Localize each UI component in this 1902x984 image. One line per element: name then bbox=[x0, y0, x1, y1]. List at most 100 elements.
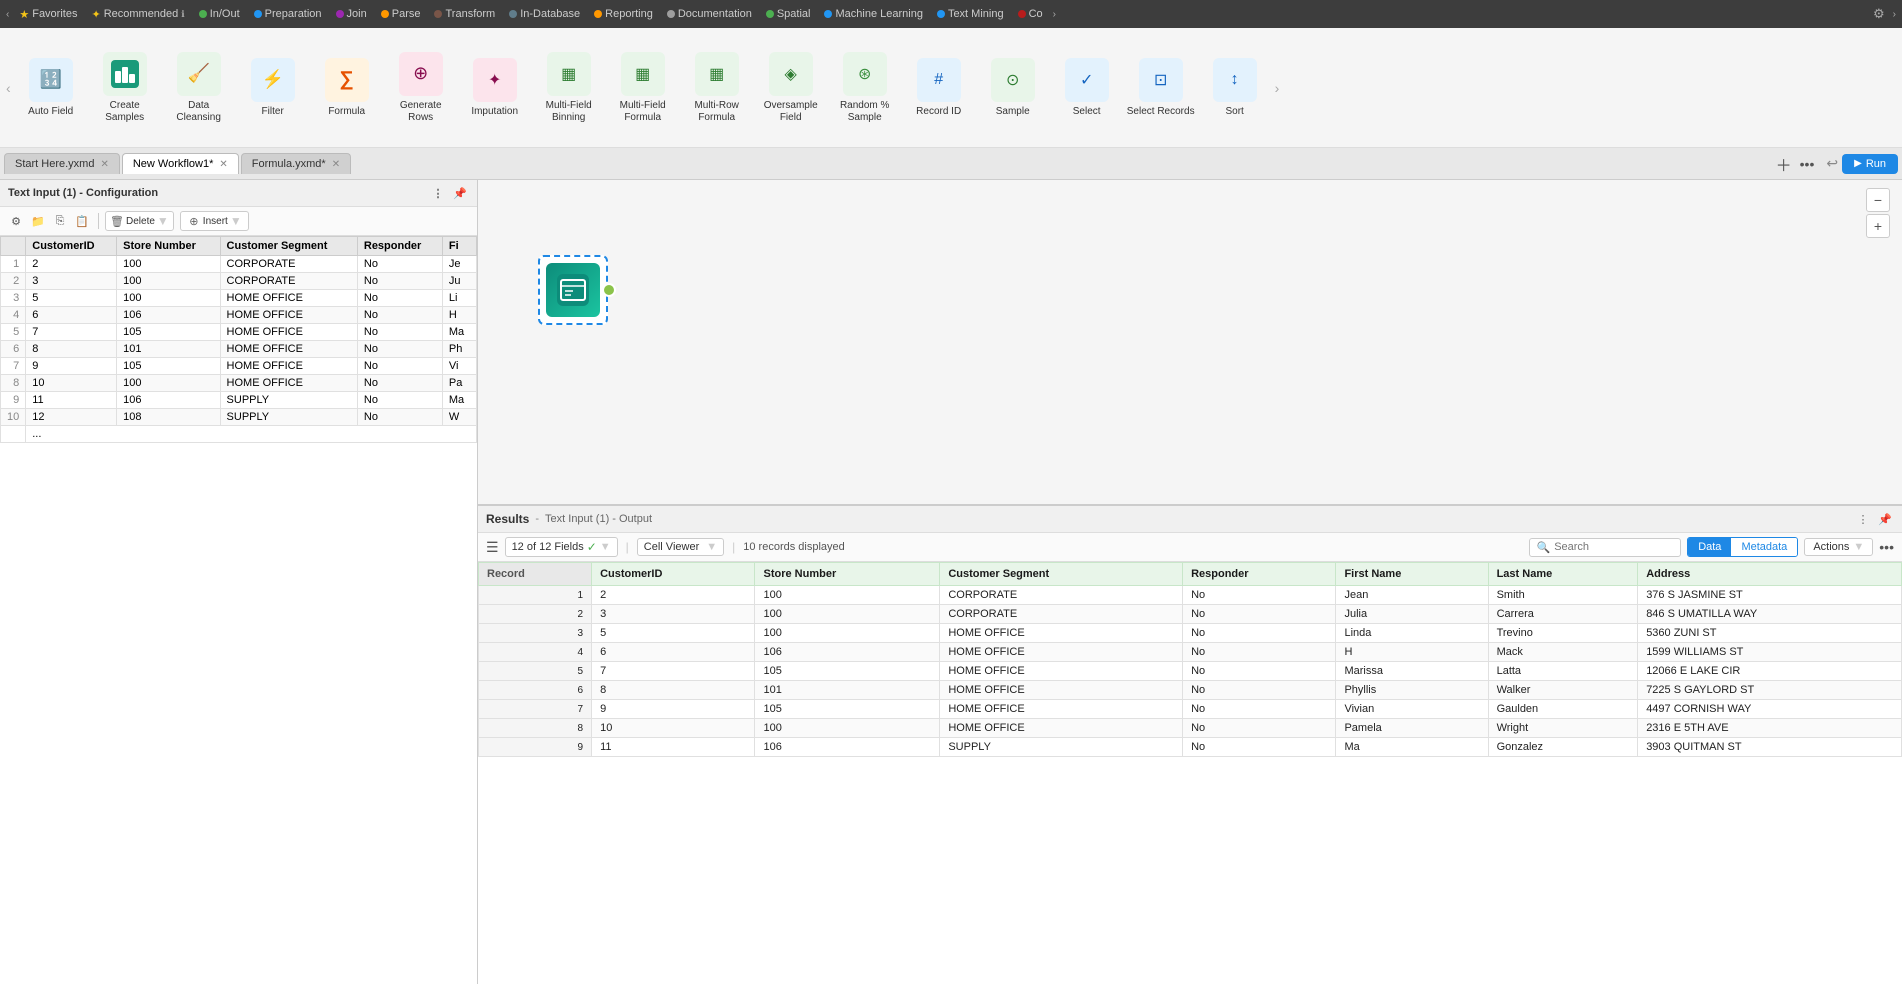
tool-oversample-field[interactable]: ◈ Oversample Field bbox=[755, 34, 827, 142]
nav-preparation[interactable]: Preparation bbox=[248, 6, 328, 22]
paste-icon[interactable]: 📋 bbox=[72, 211, 92, 231]
tool-sample[interactable]: ⊙ Sample bbox=[977, 34, 1049, 142]
results-search-box[interactable]: 🔍 bbox=[1529, 538, 1681, 557]
results-table-row[interactable]: 6 8 101 HOME OFFICE No Phyllis Walker 72… bbox=[479, 681, 1902, 700]
nav-prev-arrow[interactable]: ‹ bbox=[4, 9, 11, 20]
delete-dropdown-icon[interactable]: 🗑 bbox=[108, 212, 126, 230]
right-canvas[interactable]: − + Results - Text Input (1) - Output bbox=[478, 180, 1902, 984]
left-table-row[interactable]: 810100HOME OFFICENoPa bbox=[1, 375, 477, 392]
nav-reporting[interactable]: Reporting bbox=[588, 6, 659, 22]
node-output-connector[interactable] bbox=[602, 283, 616, 297]
nav-documentation[interactable]: Documentation bbox=[661, 6, 758, 22]
left-table-row[interactable]: 12100CORPORATENoJe bbox=[1, 256, 477, 273]
tool-multifield-formula[interactable]: ▦ Multi-Field Formula bbox=[607, 34, 679, 142]
tool-generate-rows[interactable]: ⊕ Generate Rows bbox=[385, 34, 457, 142]
results-table-row[interactable]: 7 9 105 HOME OFFICE No Vivian Gaulden 44… bbox=[479, 700, 1902, 719]
tab-close-start[interactable]: ✕ bbox=[100, 159, 108, 170]
actions-dropdown[interactable]: Actions ▼ bbox=[1804, 538, 1873, 556]
folder-icon[interactable]: 📁 bbox=[28, 211, 48, 231]
tool-auto-field[interactable]: 🔢 Auto Field bbox=[15, 34, 87, 142]
delete-button[interactable]: Delete bbox=[126, 216, 155, 227]
nav-favorites[interactable]: ★ Favorites bbox=[13, 6, 83, 23]
zoom-out-button[interactable]: − bbox=[1866, 188, 1890, 212]
results-more-button[interactable]: ••• bbox=[1879, 539, 1894, 555]
col-header-segment[interactable]: Customer Segment bbox=[220, 237, 357, 256]
left-table-row[interactable]: 57105HOME OFFICENoMa bbox=[1, 324, 477, 341]
results-table-row[interactable]: 2 3 100 CORPORATE No Julia Carrera 846 S… bbox=[479, 605, 1902, 624]
col-header-fi[interactable]: Fi bbox=[442, 237, 476, 256]
panel-menu-icon[interactable]: ⋮ bbox=[429, 184, 447, 202]
tab-metadata[interactable]: Metadata bbox=[1731, 538, 1797, 556]
tool-select[interactable]: ✓ Select bbox=[1051, 34, 1123, 142]
results-col-store[interactable]: Store Number bbox=[755, 563, 940, 586]
tool-multifield-binning[interactable]: ▦ Multi-Field Binning bbox=[533, 34, 605, 142]
left-table-row[interactable]: 35100HOME OFFICENoLi bbox=[1, 290, 477, 307]
fields-selector[interactable]: 12 of 12 Fields ✓ ▼ bbox=[505, 537, 618, 557]
viewer-selector[interactable]: Cell Viewer ▼ bbox=[637, 538, 724, 556]
tool-multirow-formula[interactable]: ▦ Multi-Row Formula bbox=[681, 34, 753, 142]
results-col-firstname[interactable]: First Name bbox=[1336, 563, 1488, 586]
settings-panel-icon[interactable]: ⚙ bbox=[6, 211, 26, 231]
nav-right-arrow[interactable]: › bbox=[1891, 9, 1898, 20]
col-header-customerid[interactable]: CustomerID bbox=[26, 237, 117, 256]
results-table-row[interactable]: 9 11 106 SUPPLY No Ma Gonzalez 3903 QUIT… bbox=[479, 738, 1902, 757]
results-table-row[interactable]: 4 6 106 HOME OFFICE No H Mack 1599 WILLI… bbox=[479, 643, 1902, 662]
results-col-segment[interactable]: Customer Segment bbox=[940, 563, 1183, 586]
tool-formula[interactable]: ∑ Formula bbox=[311, 34, 383, 142]
left-table-row[interactable]: 1012108SUPPLYNoW bbox=[1, 409, 477, 426]
insert-icon[interactable]: ⊕ bbox=[185, 212, 203, 230]
nav-indatabase[interactable]: In-Database bbox=[503, 6, 586, 22]
tab-close-workflow[interactable]: ✕ bbox=[219, 159, 227, 170]
results-table-row[interactable]: 5 7 105 HOME OFFICE No Marissa Latta 120… bbox=[479, 662, 1902, 681]
panel-pin-icon[interactable]: 📌 bbox=[451, 184, 469, 202]
nav-textmining[interactable]: Text Mining bbox=[931, 6, 1010, 22]
results-col-address[interactable]: Address bbox=[1638, 563, 1902, 586]
insert-button[interactable]: Insert bbox=[203, 216, 228, 227]
left-table-row[interactable]: 46106HOME OFFICENoH bbox=[1, 307, 477, 324]
tool-record-id[interactable]: # Record ID bbox=[903, 34, 975, 142]
toolbar-prev-arrow[interactable]: ‹ bbox=[4, 78, 13, 98]
col-header-storenumber[interactable]: Store Number bbox=[117, 237, 220, 256]
results-list-icon[interactable]: ☰ bbox=[486, 539, 499, 556]
left-data-table-wrap[interactable]: CustomerID Store Number Customer Segment… bbox=[0, 236, 477, 984]
text-input-node[interactable] bbox=[538, 255, 608, 325]
col-header-responder[interactable]: Responder bbox=[357, 237, 442, 256]
tab-close-formula[interactable]: ✕ bbox=[332, 159, 340, 170]
nav-next-arrow[interactable]: › bbox=[1051, 9, 1058, 20]
results-col-responder[interactable]: Responder bbox=[1183, 563, 1336, 586]
add-tab-button[interactable]: ＋ bbox=[1776, 152, 1792, 176]
left-table-row[interactable]: 79105HOME OFFICENoVi bbox=[1, 358, 477, 375]
results-menu-icon[interactable]: ⋮ bbox=[1854, 510, 1872, 528]
results-table-row[interactable]: 1 2 100 CORPORATE No Jean Smith 376 S JA… bbox=[479, 586, 1902, 605]
settings-icon[interactable]: ⚙ bbox=[1871, 6, 1887, 22]
history-button[interactable]: ↩ bbox=[1826, 155, 1838, 172]
nav-ml[interactable]: Machine Learning bbox=[818, 6, 928, 22]
tab-data[interactable]: Data bbox=[1688, 538, 1731, 556]
run-button[interactable]: ▶ Run bbox=[1842, 154, 1898, 174]
left-table-row[interactable]: 68101HOME OFFICENoPh bbox=[1, 341, 477, 358]
tool-random-sample[interactable]: ⊛ Random % Sample bbox=[829, 34, 901, 142]
tool-data-cleansing[interactable]: 🧹 Data Cleansing bbox=[163, 34, 235, 142]
nav-join[interactable]: Join bbox=[330, 6, 373, 22]
results-col-customerid[interactable]: CustomerID bbox=[592, 563, 755, 586]
nav-inout[interactable]: In/Out bbox=[193, 6, 246, 22]
results-col-lastname[interactable]: Last Name bbox=[1488, 563, 1638, 586]
nav-co[interactable]: Co bbox=[1012, 6, 1049, 22]
tool-imputation[interactable]: ✦ Imputation bbox=[459, 34, 531, 142]
nav-transform[interactable]: Transform bbox=[428, 6, 501, 22]
results-pin-icon[interactable]: 📌 bbox=[1876, 510, 1894, 528]
results-table-wrap[interactable]: Record CustomerID Store Number Customer … bbox=[478, 562, 1902, 984]
more-tabs-button[interactable]: ••• bbox=[1800, 156, 1815, 172]
zoom-in-button[interactable]: + bbox=[1866, 214, 1890, 238]
tab-formula[interactable]: Formula.yxmd* ✕ bbox=[241, 153, 351, 174]
nav-spatial[interactable]: Spatial bbox=[760, 6, 817, 22]
nav-recommended[interactable]: ✦ Recommended ℹ bbox=[85, 6, 190, 23]
results-search-input[interactable] bbox=[1554, 541, 1674, 553]
results-table-row[interactable]: 3 5 100 HOME OFFICE No Linda Trevino 536… bbox=[479, 624, 1902, 643]
tab-start-here[interactable]: Start Here.yxmd ✕ bbox=[4, 153, 120, 174]
left-table-row[interactable]: 911106SUPPLYNoMa bbox=[1, 392, 477, 409]
tool-select-records[interactable]: ⊡ Select Records bbox=[1125, 34, 1197, 142]
tool-create-samples[interactable]: Create Samples bbox=[89, 34, 161, 142]
tab-new-workflow[interactable]: New Workflow1* ✕ bbox=[122, 153, 239, 174]
copy-icon[interactable]: ⎘ bbox=[50, 211, 70, 231]
